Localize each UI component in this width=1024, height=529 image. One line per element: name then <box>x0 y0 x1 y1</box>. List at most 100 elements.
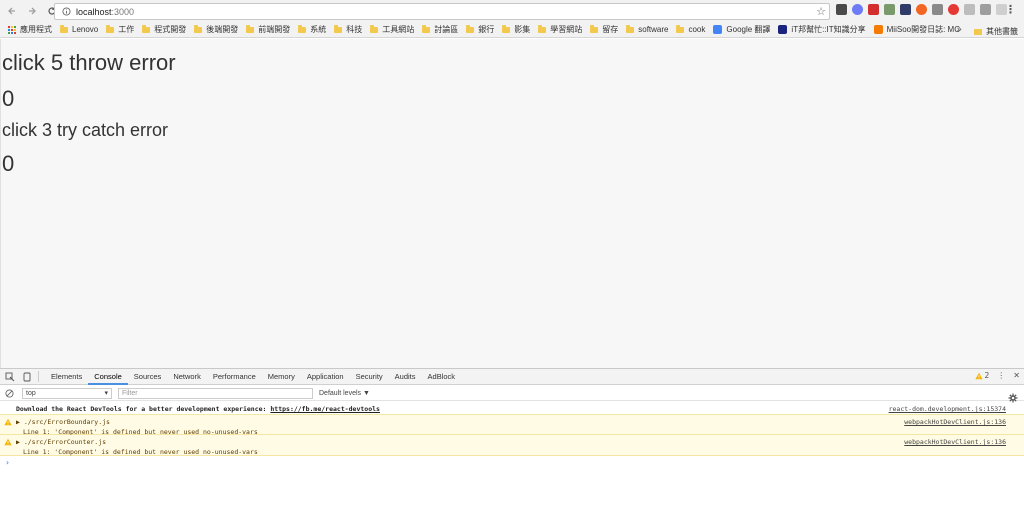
folder-icon <box>142 24 151 33</box>
tab-application[interactable]: Application <box>301 369 350 385</box>
other-bookmarks[interactable]: 其他書籤 <box>974 26 1018 37</box>
bookmark-folder[interactable]: Lenovo <box>60 24 98 34</box>
bookmarks-overflow-button[interactable]: » <box>956 25 962 35</box>
tab-elements[interactable]: Elements <box>45 369 88 385</box>
warning-icon <box>974 372 983 379</box>
apps-grid-icon[interactable] <box>8 25 16 34</box>
bookmark-folder[interactable]: 前端開發 <box>246 24 290 35</box>
bookmark-apps[interactable]: 應用程式 <box>20 24 52 35</box>
bookmark-folder[interactable]: software <box>626 24 668 34</box>
google-translate-icon <box>713 25 723 34</box>
console-message-warning: ▶ ./src/ErrorBoundary.js Line 1: 'Compon… <box>0 414 1024 436</box>
bookmark-star-icon[interactable]: ☆ <box>816 5 826 18</box>
folder-icon <box>246 24 255 33</box>
folder-icon <box>676 24 685 33</box>
folder-icon <box>334 24 343 33</box>
tab-console[interactable]: Console <box>88 369 128 385</box>
throw-error-counter[interactable]: 0 <box>2 86 14 112</box>
log-levels-dropdown[interactable]: Default levels ▼ <box>319 390 370 397</box>
extension-blue-icon[interactable] <box>852 4 863 15</box>
devtools-menu-icon[interactable]: ⋮ <box>997 371 1005 380</box>
bookmark-folder[interactable]: 工作 <box>106 24 134 35</box>
devtools-tab-bar: Elements Console Sources Network Perform… <box>0 369 1024 385</box>
message-source-link[interactable]: react-dom.development.js:15374 <box>889 405 1006 413</box>
bookmark-folder[interactable]: 系統 <box>298 24 326 35</box>
blogger-icon <box>873 25 883 34</box>
context-select[interactable]: top ▾ <box>22 387 112 399</box>
bookmark-folder[interactable]: 學習網站 <box>538 24 582 35</box>
chrome-menu-icon[interactable]: ⋮ <box>1005 3 1016 16</box>
extension-red-icon[interactable] <box>868 4 879 15</box>
chevron-down-icon: ▾ <box>104 390 108 397</box>
folder-icon <box>502 24 511 33</box>
bookmark-folder[interactable]: 工具網站 <box>370 24 414 35</box>
extensions-bar <box>836 4 1007 15</box>
page-content: click 5 throw error 0 click 3 try catch … <box>0 39 1024 368</box>
tab-memory[interactable]: Memory <box>262 369 301 385</box>
extension-opera-icon[interactable] <box>948 4 959 15</box>
extension-navy-icon[interactable] <box>900 4 911 15</box>
tab-audits[interactable]: Audits <box>389 369 422 385</box>
device-toolbar-icon[interactable] <box>20 370 34 384</box>
bookmark-folder[interactable]: 科技 <box>334 24 362 35</box>
extension-orange-icon[interactable] <box>916 4 927 15</box>
bookmark-blogger[interactable]: MiiSoo開發日誌: MC <box>873 24 960 35</box>
forward-button[interactable] <box>24 3 40 19</box>
tab-performance[interactable]: Performance <box>207 369 262 385</box>
expand-triangle-icon[interactable]: ▶ <box>16 418 20 426</box>
folder-icon <box>590 24 599 33</box>
folder-icon <box>298 24 307 33</box>
warning-icon <box>4 438 12 446</box>
devtools-right-controls: 2 ⋮ ✕ <box>974 371 1020 380</box>
expand-triangle-icon[interactable]: ▶ <box>16 438 20 446</box>
try-catch-heading[interactable]: click 3 try catch error <box>2 120 168 141</box>
console-filter-input[interactable]: Filter <box>118 387 313 399</box>
console-message-warning: ▶ ./src/ErrorCounter.js Line 1: 'Compone… <box>0 435 1024 456</box>
clear-console-icon <box>5 388 14 398</box>
toolbar-divider <box>38 371 39 382</box>
throw-error-heading[interactable]: click 5 throw error <box>2 50 176 76</box>
bookmark-folder[interactable]: 留存 <box>590 24 618 35</box>
extension-shield-icon[interactable] <box>836 4 847 15</box>
extension-gray-icon[interactable] <box>932 4 943 15</box>
try-catch-counter[interactable]: 0 <box>2 151 14 177</box>
close-devtools-icon[interactable]: ✕ <box>1013 371 1020 380</box>
back-button[interactable] <box>4 3 20 19</box>
warning-icon <box>4 418 12 426</box>
bookmark-ithome[interactable]: iT邦幫忙::IT知識分享 <box>778 24 866 35</box>
folder-icon <box>194 24 203 33</box>
inspect-element-icon[interactable] <box>3 370 17 384</box>
browser-window: localhost:3000 ☆ ⋮ 應用程式 Lenovo 工作 程式開發 後… <box>0 0 1024 529</box>
tab-adblock[interactable]: AdBlock <box>422 369 462 385</box>
bookmark-folder[interactable]: 討論區 <box>422 24 458 35</box>
react-devtools-link[interactable]: https://fb.me/react-devtools <box>270 405 380 413</box>
console-filter-bar: top ▾ Filter Default levels ▼ <box>0 386 1024 403</box>
devtools-panel: Elements Console Sources Network Perform… <box>0 368 1024 529</box>
tab-network[interactable]: Network <box>167 369 207 385</box>
tab-sources[interactable]: Sources <box>128 369 168 385</box>
warning-counter[interactable]: 2 <box>974 371 989 380</box>
page-info-icon[interactable] <box>59 5 73 19</box>
bookmark-folder[interactable]: 影集 <box>502 24 530 35</box>
clear-console-button[interactable] <box>5 388 14 398</box>
url-host: localhost <box>76 6 112 17</box>
bookmark-folder[interactable]: 程式開發 <box>142 24 186 35</box>
bookmark-google-translate[interactable]: Google 翻譯 <box>713 24 770 35</box>
extension-page-icon[interactable] <box>980 4 991 15</box>
message-source-link[interactable]: webpackHotDevClient.js:136 <box>904 418 1006 426</box>
arrow-right-icon <box>29 7 36 15</box>
extension-green-icon[interactable] <box>884 4 895 15</box>
console-prompt[interactable]: › <box>0 456 1024 467</box>
bookmarks-bar: 應用程式 Lenovo 工作 程式開發 後端開發 前端開發 系統 科技 工具網站… <box>0 22 1024 38</box>
console-message-info: Download the React DevTools for a better… <box>16 405 1006 413</box>
tab-security[interactable]: Security <box>350 369 389 385</box>
bookmark-folder[interactable]: 後端開發 <box>194 24 238 35</box>
bookmark-folder[interactable]: cook <box>676 24 705 34</box>
message-source-link[interactable]: webpackHotDevClient.js:136 <box>904 438 1006 446</box>
bookmark-folder[interactable]: 銀行 <box>466 24 494 35</box>
folder-icon <box>538 24 547 33</box>
folder-icon <box>106 24 115 33</box>
address-bar[interactable]: localhost:3000 ☆ <box>54 3 830 20</box>
ithome-icon <box>778 25 788 34</box>
extension-light-icon[interactable] <box>964 4 975 15</box>
